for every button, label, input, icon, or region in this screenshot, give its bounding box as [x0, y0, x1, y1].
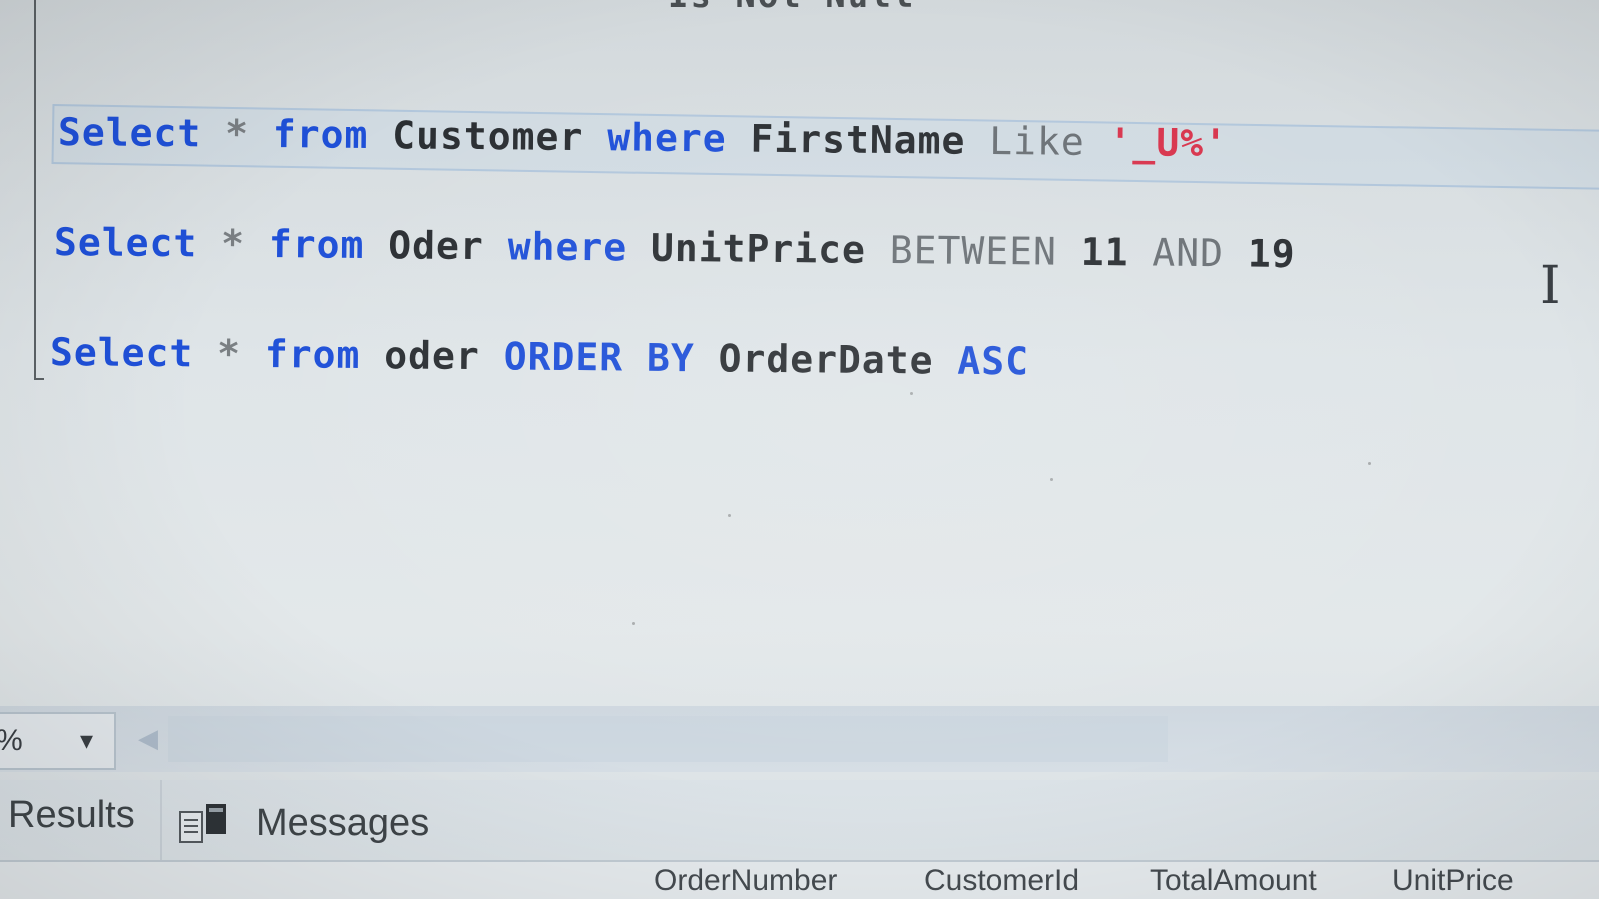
screen-speck: [632, 622, 635, 625]
code-token: BETWEEN: [889, 228, 1058, 274]
code-token: oder: [360, 332, 504, 379]
code-token: from: [264, 332, 361, 377]
zoom-dropdown[interactable]: % ▾: [0, 712, 116, 770]
outline-rail: [34, 0, 36, 380]
code-token: Oder: [364, 222, 508, 269]
column-header[interactable]: OrderNumber: [654, 864, 837, 898]
code-token: from: [268, 222, 365, 267]
text-cursor-icon: I: [1540, 256, 1561, 316]
screen-speck: [1050, 478, 1053, 481]
chevron-down-icon[interactable]: ▾: [80, 726, 93, 756]
tab-messages[interactable]: Messages: [256, 802, 429, 845]
code-token: from: [272, 112, 369, 157]
scroll-left-arrow-icon[interactable]: ◀: [138, 724, 158, 754]
ssms-screen: Is Not Null Select * from Customer where…: [0, 0, 1599, 899]
column-header[interactable]: CustomerId: [924, 864, 1079, 898]
code-token: OrderDate: [694, 336, 958, 383]
partial-top-line: Is Not Null: [668, 0, 915, 16]
code-token: ORDER BY: [503, 334, 695, 381]
code-token: '_U%': [1084, 119, 1229, 166]
column-header[interactable]: UnitPrice: [1392, 864, 1514, 898]
screen-speck: [910, 392, 913, 395]
tab-results[interactable]: Results: [8, 794, 135, 837]
code-token: Customer: [368, 112, 608, 160]
screen-speck: [1368, 462, 1371, 465]
code-token: Select: [49, 330, 194, 376]
code-token: Select: [53, 220, 198, 266]
code-token: AND: [1152, 230, 1225, 276]
code-token: UnitPrice: [626, 225, 890, 273]
code-token: 19: [1223, 231, 1296, 276]
screen-speck: [728, 514, 731, 517]
code-token: *: [201, 111, 274, 157]
code-line-2[interactable]: Select * from Oder where UnitPrice BETWE…: [54, 220, 1296, 276]
code-token: *: [197, 221, 270, 267]
code-token: where: [606, 115, 727, 161]
code-token: where: [507, 224, 628, 270]
code-token: FirstName: [726, 116, 990, 163]
results-tab-strip: Results Messages: [0, 780, 1599, 870]
code-token: Select: [57, 110, 202, 156]
outline-rail-foot: [34, 378, 44, 380]
query-editor[interactable]: Is Not Null Select * from Customer where…: [0, 0, 1599, 720]
code-token: ASC: [957, 338, 1030, 384]
code-token: 11: [1056, 229, 1153, 275]
editor-status-toolbar: % ▾ ◀: [0, 706, 1599, 772]
code-line-3[interactable]: Select * from oder ORDER BY OrderDate AS…: [50, 330, 1029, 383]
results-grid-header: OrderNumber CustomerId TotalAmount UnitP…: [0, 860, 1599, 899]
column-header[interactable]: TotalAmount: [1150, 864, 1317, 898]
code-token: *: [193, 331, 266, 377]
code-token: Like: [989, 118, 1085, 164]
horizontal-scrollbar[interactable]: [168, 716, 1168, 762]
messages-icon: [179, 804, 226, 843]
zoom-value: %: [0, 724, 23, 758]
